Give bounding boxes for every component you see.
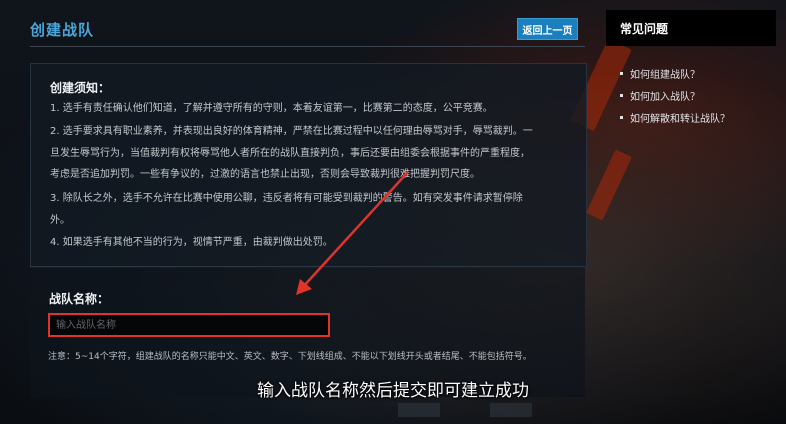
notice-rule: 2. 选手要求具有职业素养，并表现出良好的体育精神，严禁在比赛过程中以任何理由辱… [50, 126, 533, 137]
bullet-icon [620, 115, 623, 119]
video-caption: 输入战队名称然后提交即可建立成功 [257, 381, 529, 401]
notice-rule: 考虑是否追加判罚。一些有争议的，过激的语言也禁止出现，否则会导致裁判很难把握判罚… [50, 169, 480, 180]
page-title: 创建战队 [30, 21, 95, 39]
faq-list: 如何组建战队？ 如何加入战队？ 如何解散和转让战队？ [620, 62, 730, 128]
bullet-icon [620, 93, 623, 97]
notice-rule: 1. 选手有责任确认他们知道，了解并遵守所有的守则，本着友谊第一，比赛第二的态度… [50, 103, 493, 114]
notice-rule: 旦发生辱骂行为，当值裁判有权将辱骂他人者所在的战队直接判负，事后还要由组委会根据… [50, 148, 530, 159]
faq-title: 常见问题 [606, 10, 776, 46]
faq-item[interactable]: 如何组建战队？ [620, 62, 730, 84]
faq-item-label: 如何加入战队？ [630, 91, 700, 103]
bullet-icon [620, 71, 623, 75]
back-button[interactable]: 返回上一页 [517, 18, 578, 40]
main-content: 创建战队 返回上一页 创建须知： 1. 选手有责任确认他们知道，了解并遵守所有的… [0, 0, 604, 424]
team-name-hint: 注意：5~14个字符，组建战队的名称只能中文、英文、数字、下划线组成、不能以下划… [48, 352, 532, 362]
team-name-label: 战队名称： [49, 292, 110, 306]
faq-item[interactable]: 如何解散和转让战队？ [620, 106, 730, 128]
notice-heading: 创建须知： [50, 81, 111, 95]
notice-rule: 外。 [50, 215, 70, 226]
cancel-button[interactable] [490, 403, 532, 417]
faq-sidebar: 常见问题 如何组建战队？ 如何加入战队？ 如何解散和转让战队？ [606, 10, 776, 424]
notice-rule: 3. 除队长之外，选手不允许在比赛中使用公聊，违反者将有可能受到裁判的警告。如有… [50, 193, 523, 204]
faq-item-label: 如何解散和转让战队？ [630, 113, 730, 125]
team-name-input[interactable] [48, 313, 330, 337]
faq-item-label: 如何组建战队？ [630, 69, 700, 81]
notice-rule: 4. 如果选手有其他不当的行为，视情节严重，由裁判做出处罚。 [50, 237, 333, 248]
creation-notice-panel: 创建须知： 1. 选手有责任确认他们知道，了解并遵守所有的守则，本着友谊第一，比… [30, 63, 587, 268]
title-divider [30, 46, 585, 47]
faq-item[interactable]: 如何加入战队？ [620, 84, 730, 106]
submit-button[interactable] [398, 403, 440, 417]
